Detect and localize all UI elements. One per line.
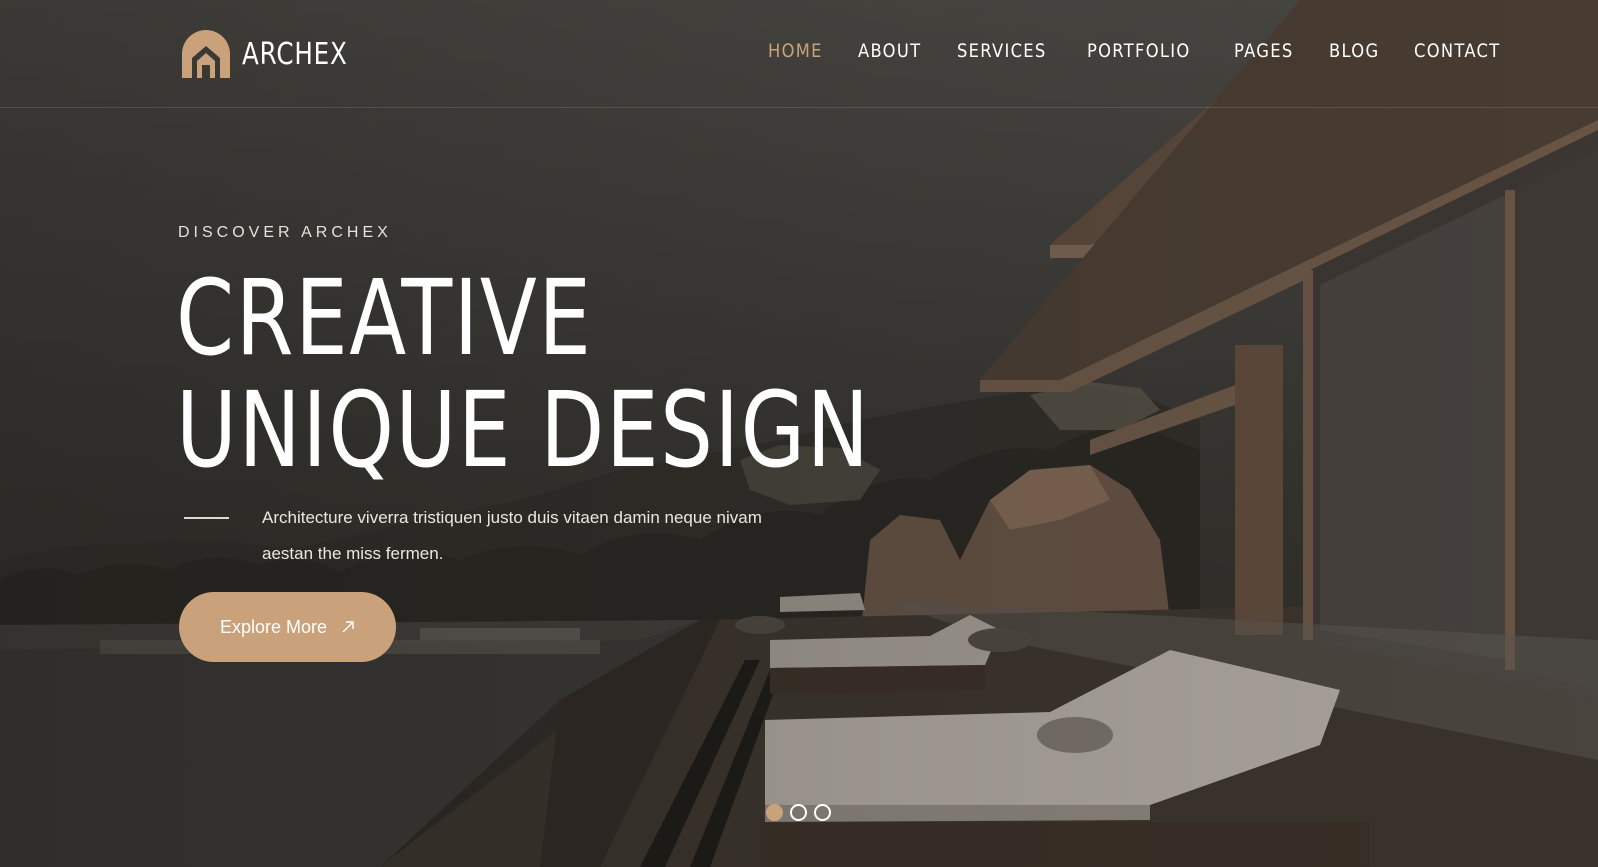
- house-arch-icon: [182, 30, 230, 78]
- nav-blog[interactable]: BLOG: [1329, 40, 1379, 62]
- slider-dot-2[interactable]: [790, 804, 807, 821]
- nav-pages[interactable]: PAGES: [1234, 40, 1294, 62]
- nav-home[interactable]: HOME: [768, 40, 823, 62]
- headline-line-1: CREATIVE: [176, 257, 593, 379]
- nav-about[interactable]: ABOUT: [858, 40, 921, 62]
- description-divider: [184, 517, 229, 519]
- nav-contact[interactable]: CONTACT: [1414, 40, 1501, 62]
- slider-dot-1[interactable]: [766, 804, 783, 821]
- explore-more-button[interactable]: Explore More: [179, 592, 396, 662]
- arrow-up-right-icon: [342, 621, 354, 633]
- site-header: ARCHEX HOME ABOUT SERVICES PORTFOLIO PAG…: [0, 0, 1598, 108]
- nav-services[interactable]: SERVICES: [957, 40, 1047, 62]
- hero-description: Architecture viverra tristiquen justo du…: [262, 508, 762, 563]
- explore-more-label: Explore More: [219, 616, 328, 637]
- brand-name: ARCHEX: [242, 36, 348, 72]
- slider-pagination: [766, 804, 831, 821]
- hero-eyebrow: DISCOVER ARCHEX: [178, 224, 392, 241]
- slider-dot-3[interactable]: [814, 804, 831, 821]
- hero-headline: CREATIVE UNIQUE DESIGN: [176, 262, 871, 486]
- logo[interactable]: ARCHEX: [180, 28, 371, 80]
- nav-portfolio[interactable]: PORTFOLIO: [1087, 40, 1191, 62]
- headline-line-2: UNIQUE DESIGN: [176, 369, 871, 491]
- main-nav: HOME ABOUT SERVICES PORTFOLIO PAGES BLOG…: [768, 40, 1540, 62]
